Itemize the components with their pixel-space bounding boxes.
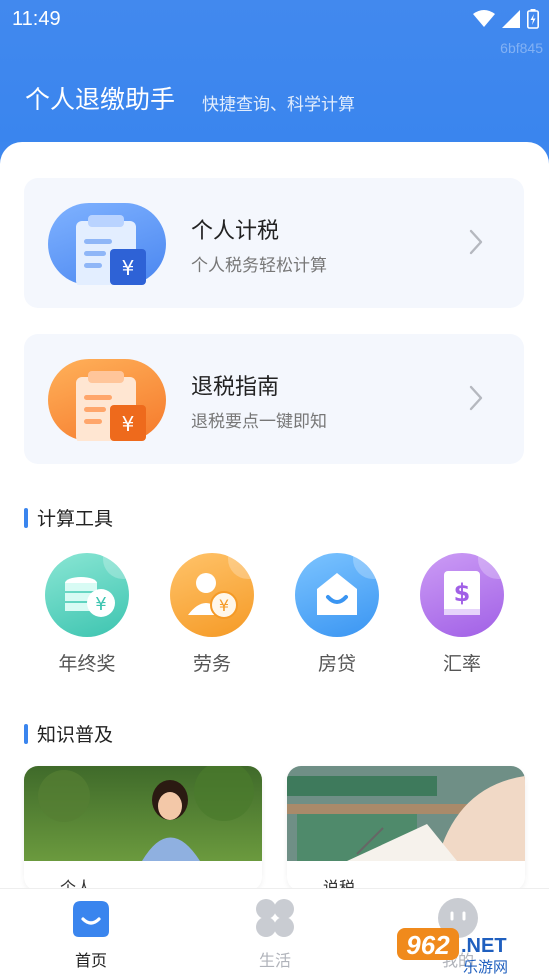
tax-refund-guide-card[interactable]: ¥ 退税指南 退税要点一键即知 (24, 334, 524, 464)
tool-label: 汇率 (442, 653, 481, 675)
tool-label: 劳务 (192, 653, 231, 675)
tools-section-title: 计算工具 (24, 504, 113, 531)
status-time: 11:49 (12, 8, 61, 30)
home-tab-icon (73, 901, 109, 937)
battery-icon (527, 9, 539, 29)
exchange-badge-glyph: $ (454, 579, 471, 607)
knowledge-section-title: 知识普及 (24, 720, 113, 747)
tax-clipboard-icon: ¥ (48, 203, 166, 287)
article-photo-writing (287, 766, 525, 861)
knowledge-cards: …个人 … …说税 … (0, 766, 549, 891)
tools-grid: ¥ 年终奖 ¥ 劳务 房贷 $ 汇率 (0, 553, 549, 683)
tool-label: 年终奖 (58, 653, 116, 675)
tax-refund-guide-title: 退税指南 (191, 375, 280, 400)
tab-label: 首页 (74, 951, 107, 970)
tax-refund-guide-subtitle: 退税要点一键即知 (191, 412, 327, 432)
tax-badge-glyph: ¥ (122, 256, 135, 280)
house-icon (295, 553, 379, 637)
watermark-site: 乐游网 (463, 958, 508, 974)
article-photo-child (24, 766, 262, 861)
tab-label: 生活 (258, 951, 291, 970)
tool-year-end-bonus[interactable]: ¥ 年终奖 (37, 553, 137, 676)
status-icons (473, 9, 539, 29)
app-title: 个人退缴助手 (25, 85, 176, 114)
watermark-code: 6bf845 (500, 40, 543, 56)
knowledge-section-label: 知识普及 (37, 724, 114, 746)
watermark-suffix: .NET (461, 935, 507, 957)
watermark-number: 962 (406, 930, 450, 960)
tool-label: 房贷 (317, 653, 356, 675)
status-bar: 11:49 (0, 0, 549, 38)
chevron-right-icon (469, 385, 483, 411)
coins-yen-icon: ¥ (45, 553, 129, 637)
app-subtitle: 快捷查询、科学计算 (202, 95, 355, 115)
personal-tax-title: 个人计税 (191, 219, 280, 244)
tab-life[interactable]: 生活 (225, 897, 325, 971)
personal-tax-card[interactable]: ¥ 个人计税 个人税务轻松计算 (24, 178, 524, 308)
chevron-right-icon (469, 229, 483, 255)
tool-exchange-rate[interactable]: $ 汇率 (412, 553, 512, 676)
dollar-book-icon: $ (420, 553, 504, 637)
signal-icon (502, 10, 520, 28)
knowledge-card[interactable]: …说税 … (287, 766, 525, 891)
tools-section-label: 计算工具 (37, 508, 114, 530)
labor-badge-glyph: ¥ (219, 596, 229, 615)
watermark-logo: 962 .NET 乐游网 (397, 928, 508, 974)
knowledge-card[interactable]: …个人 … (24, 766, 262, 891)
tool-mortgage[interactable]: 房贷 (287, 553, 387, 676)
tab-home[interactable]: 首页 (41, 897, 141, 971)
wifi-icon (473, 10, 495, 27)
clover-icon (256, 899, 294, 937)
refund-clipboard-icon: ¥ (48, 359, 166, 443)
section-accent-bar (24, 507, 28, 528)
person-yen-icon: ¥ (170, 553, 254, 637)
refund-badge-glyph: ¥ (122, 412, 135, 436)
tool-labor[interactable]: ¥ 劳务 (162, 553, 262, 676)
coins-badge-glyph: ¥ (95, 594, 106, 615)
personal-tax-subtitle: 个人税务轻松计算 (191, 256, 327, 276)
section-accent-bar (24, 723, 28, 744)
